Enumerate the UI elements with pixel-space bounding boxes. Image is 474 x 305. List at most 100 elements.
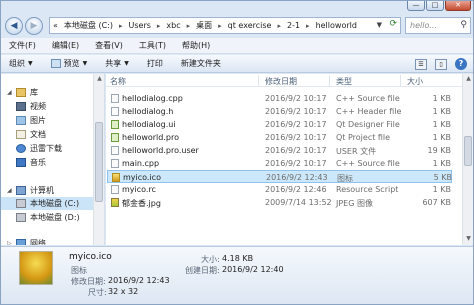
file-date: 2016/9/2 12:43	[266, 173, 328, 182]
file-row[interactable]: myico.rc 2016/9/2 12:46 Resource Script …	[107, 183, 452, 196]
refresh-icon[interactable]: ⟳	[389, 19, 397, 29]
organize-button[interactable]: 组织 ▼	[9, 58, 33, 69]
column-size[interactable]: 大小	[407, 76, 423, 87]
new-folder-label: 新建文件夹	[180, 59, 221, 68]
file-row-selected[interactable]: myico.ico 2016/9/2 12:43 图标 5 KB	[107, 170, 452, 183]
share-button[interactable]: 共享 ▼	[105, 58, 129, 69]
details-size-value: 4.18 KB	[222, 254, 254, 263]
breadcrumb-item[interactable]: 本地磁盘 (C:)	[64, 20, 113, 31]
file-row[interactable]: helloworld.pro 2016/9/2 10:17 Qt Project…	[107, 131, 452, 144]
breadcrumb-item[interactable]: Users	[129, 21, 151, 30]
breadcrumb-separator-icon[interactable]: ▸	[187, 22, 191, 30]
breadcrumb-item[interactable]: 2-1	[287, 21, 300, 30]
chevron-down-icon: ▼	[124, 60, 129, 67]
breadcrumb-item[interactable]: xbc	[166, 21, 180, 30]
scroll-up-icon[interactable]: ▲	[95, 75, 104, 82]
details-created-value: 2016/9/2 12:40	[222, 265, 284, 274]
collapse-icon[interactable]: ◢	[7, 89, 13, 96]
back-button[interactable]: ◀	[5, 17, 23, 35]
address-bar[interactable]: « 本地磁盘 (C:) ▸ Users ▸ xbc ▸ 桌面 ▸ qt exer…	[49, 17, 401, 34]
chevron-down-icon: ▼	[28, 60, 33, 67]
breadcrumb-item-current[interactable]: helloworld	[316, 21, 357, 30]
expand-icon[interactable]: ▷	[7, 240, 13, 245]
column-name[interactable]: 名称	[110, 76, 126, 87]
nav-item-pictures[interactable]: 图片	[16, 114, 46, 127]
maximize-button[interactable]: □	[426, 1, 444, 11]
file-list-scrollbar-thumb[interactable]	[464, 136, 472, 166]
nav-item-network[interactable]: ▷ 网络	[7, 237, 46, 245]
chevron-down-icon: ▼	[82, 60, 88, 67]
column-date[interactable]: 修改日期	[265, 76, 297, 87]
menu-help[interactable]: 帮助(H)	[182, 40, 210, 51]
file-row[interactable]: 郁金香.jpg 2009/7/14 13:52 JPEG 图像 607 KB	[107, 196, 452, 209]
forward-button[interactable]: ▶	[25, 17, 43, 35]
nav-item-computer[interactable]: ◢ 计算机	[7, 184, 54, 197]
nav-item-thunder-downloads[interactable]: 迅雷下载	[16, 142, 62, 155]
file-type: Resource Script	[336, 185, 399, 194]
file-row[interactable]: hellodialog.ui 2016/9/2 10:17 Qt Designe…	[107, 118, 452, 131]
new-folder-button[interactable]: 新建文件夹	[181, 58, 221, 69]
nav-item-videos[interactable]: 视频	[16, 100, 46, 113]
view-options-icon[interactable]: ☰	[415, 58, 427, 70]
file-row[interactable]: hellodialog.h 2016/9/2 10:17 C++ Header …	[107, 105, 452, 118]
file-date: 2016/9/2 10:17	[265, 146, 327, 155]
details-file-name: myico.ico	[69, 252, 112, 262]
file-size: 19 KB	[427, 146, 451, 155]
file-list: 名称 修改日期 类型 大小 hellodialog.cpp 2016/9/2 1…	[106, 74, 473, 245]
breadcrumb-overflow[interactable]: «	[53, 21, 58, 30]
file-size: 1 KB	[432, 133, 451, 142]
column-divider[interactable]	[329, 75, 330, 86]
preview-pane-icon[interactable]: ▯	[435, 58, 447, 70]
column-divider[interactable]	[258, 75, 259, 86]
address-dropdown-icon[interactable]: ▼	[377, 21, 382, 29]
file-row[interactable]: main.cpp 2016/9/2 10:17 C++ Source file …	[107, 157, 452, 170]
preview-label: 预览	[63, 59, 80, 68]
nav-label: 本地磁盘 (C:)	[30, 199, 80, 208]
nav-item-drive-d[interactable]: 本地磁盘 (D:)	[16, 211, 80, 224]
file-row[interactable]: helloworld.pro.user 2016/9/2 10:17 USER …	[107, 144, 452, 157]
breadcrumb-separator-icon[interactable]: ▸	[157, 22, 161, 30]
preview-button[interactable]: 预览 ▼	[50, 58, 88, 69]
preview-icon	[50, 59, 61, 68]
minimize-button[interactable]: —	[407, 1, 425, 11]
breadcrumb-separator-icon[interactable]: ▸	[218, 22, 222, 30]
breadcrumb-separator-icon[interactable]: ▸	[306, 22, 310, 30]
file-date: 2016/9/2 10:17	[265, 159, 327, 168]
view-controls: ☰ ▯ ?	[415, 58, 467, 70]
close-button[interactable]: ✕	[445, 1, 471, 11]
search-input[interactable]: hello... ⚲	[405, 17, 471, 34]
computer-icon	[16, 186, 26, 195]
navigation-pane: ◢ 库 视频 图片 文档 迅雷下载 音乐 ◢ 计算机 本地磁盘 (C:) 本地磁…	[1, 74, 105, 245]
nav-label: 音乐	[30, 158, 46, 167]
details-created-label: 创建日期:	[185, 266, 220, 275]
breadcrumb-separator-icon[interactable]: ▸	[277, 22, 281, 30]
scroll-down-icon[interactable]: ▼	[464, 235, 473, 242]
nav-item-music[interactable]: 音乐	[16, 156, 46, 169]
print-button[interactable]: 打印	[147, 58, 163, 69]
scroll-up-icon[interactable]: ▲	[464, 75, 473, 82]
menu-file[interactable]: 文件(F)	[9, 40, 36, 51]
menu-edit[interactable]: 编辑(E)	[52, 40, 79, 51]
qt-designer-file-icon	[111, 120, 119, 129]
file-row[interactable]: hellodialog.cpp 2016/9/2 10:17 C++ Sourc…	[107, 92, 452, 105]
file-list-scrollbar[interactable]: ▲ ▼	[462, 74, 473, 245]
nav-scrollbar[interactable]: ▲	[93, 74, 104, 245]
nav-scrollbar-thumb[interactable]	[95, 122, 103, 202]
search-icon[interactable]: ⚲	[460, 18, 467, 33]
breadcrumb-item[interactable]: qt exercise	[228, 21, 272, 30]
search-placeholder: hello...	[410, 21, 437, 30]
file-name: helloworld.pro	[122, 133, 179, 142]
help-icon[interactable]: ?	[455, 58, 467, 70]
collapse-icon[interactable]: ◢	[7, 187, 13, 194]
breadcrumb-separator-icon[interactable]: ▸	[119, 22, 123, 30]
nav-item-libraries[interactable]: ◢ 库	[7, 86, 38, 99]
menu-tools[interactable]: 工具(T)	[139, 40, 166, 51]
nav-item-documents[interactable]: 文档	[16, 128, 46, 141]
file-name: hellodialog.ui	[122, 120, 176, 129]
breadcrumb-item[interactable]: 桌面	[196, 20, 212, 31]
nav-item-drive-c[interactable]: 本地磁盘 (C:)	[1, 197, 93, 210]
column-type[interactable]: 类型	[336, 76, 352, 87]
file-size: 1 KB	[432, 94, 451, 103]
column-divider[interactable]	[400, 75, 401, 86]
menu-view[interactable]: 查看(V)	[95, 40, 123, 51]
